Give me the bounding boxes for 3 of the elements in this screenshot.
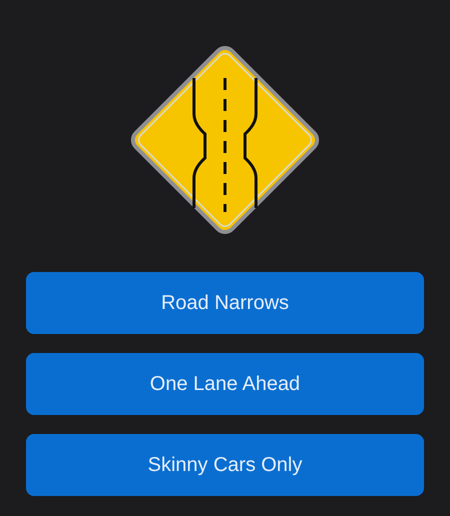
answer-button[interactable]: Skinny Cars Only [26, 434, 424, 496]
answer-button[interactable]: Road Narrows [26, 272, 424, 334]
answer-button[interactable]: One Lane Ahead [26, 353, 424, 415]
